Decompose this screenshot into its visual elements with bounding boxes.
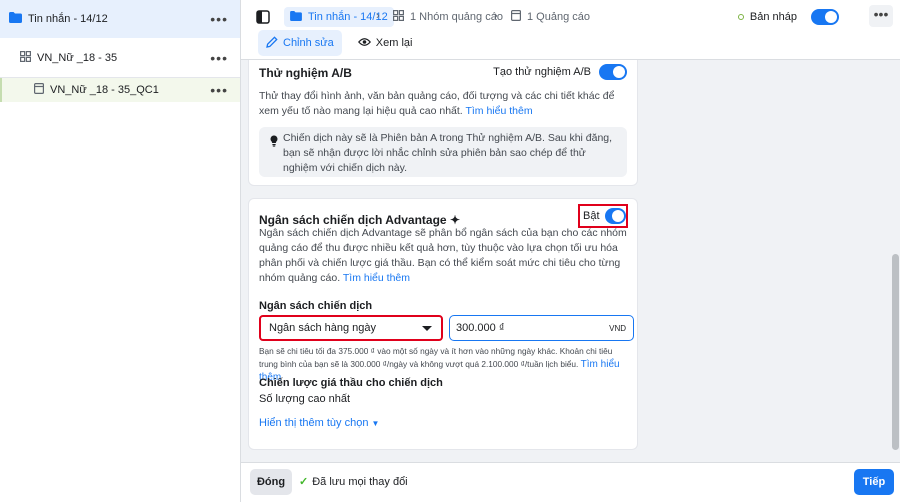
ad-page-icon bbox=[511, 10, 522, 24]
advantage-budget-toggle-label: Bật bbox=[583, 210, 600, 222]
folder-icon bbox=[290, 10, 302, 24]
ab-test-info-text: Chiến dịch này sẽ là Phiên bản A trong T… bbox=[283, 132, 613, 174]
main-content: Thử nghiệm A/B Tạo thử nghiệm A/B Thử th… bbox=[241, 60, 890, 460]
advantage-budget-description-text: Ngân sách chiến dịch Advantage sẽ phân b… bbox=[259, 227, 627, 284]
chevron-right-icon: › bbox=[376, 10, 380, 22]
advantage-budget-title: Ngân sách chiến dịch Advantage ✦ bbox=[259, 213, 460, 227]
scrollbar-thumb[interactable] bbox=[892, 254, 899, 450]
pencil-icon bbox=[266, 35, 278, 51]
breadcrumb-label: 1 Nhóm quảng cáo bbox=[410, 11, 503, 23]
learn-more-link[interactable]: Tìm hiểu thêm bbox=[343, 272, 410, 284]
campaign-budget-label: Ngân sách chiến dịch bbox=[259, 300, 373, 312]
tab-review[interactable]: Xem lại bbox=[350, 30, 421, 56]
tab-label: Chỉnh sửa bbox=[283, 37, 334, 49]
lightbulb-icon bbox=[270, 135, 278, 150]
more-options-icon[interactable]: ••• bbox=[210, 11, 228, 27]
budget-type-dropdown[interactable]: Ngân sách hàng ngày bbox=[259, 315, 443, 341]
ab-test-switch[interactable] bbox=[599, 64, 627, 80]
draft-status[interactable]: Bản nháp bbox=[737, 9, 839, 25]
show-more-options-link[interactable]: Hiển thị thêm tùy chọn bbox=[259, 417, 368, 429]
ab-test-toggle-label: Tạo thử nghiệm A/B bbox=[493, 66, 591, 78]
tab-label: Xem lại bbox=[375, 37, 413, 49]
tree-item-ad[interactable]: VN_Nữ _18 - 35_QC1 ••• bbox=[0, 78, 240, 102]
more-options-icon[interactable]: ••• bbox=[210, 50, 228, 66]
advantage-budget-description: Ngân sách chiến dịch Advantage sẽ phân b… bbox=[259, 226, 627, 286]
more-options-button[interactable]: ••• bbox=[869, 5, 893, 27]
bid-strategy-value: Số lượng cao nhất bbox=[259, 393, 351, 405]
learn-more-link[interactable]: Tìm hiểu thêm bbox=[465, 105, 532, 117]
tree-item-label: Tin nhắn - 14/12 bbox=[28, 13, 108, 25]
show-more-options[interactable]: Hiển thị thêm tùy chọn ▼ bbox=[259, 416, 627, 431]
save-status: ✓ Đã lưu mọi thay đổi bbox=[299, 475, 408, 489]
breadcrumb-ad[interactable]: 1 Quảng cáo bbox=[511, 7, 590, 27]
close-button[interactable]: Đóng bbox=[250, 469, 292, 495]
advantage-budget-toggle[interactable]: Bật bbox=[578, 204, 628, 228]
budget-spend-note-text: Bạn sẽ chi tiêu tối đa 375.000 ₫ vào một… bbox=[259, 346, 613, 369]
ab-test-toggle[interactable]: Tạo thử nghiệm A/B bbox=[493, 64, 627, 80]
tab-edit[interactable]: Chỉnh sửa bbox=[258, 30, 342, 56]
caret-down-icon: ▼ bbox=[371, 419, 380, 428]
chevron-right-icon: › bbox=[494, 10, 498, 22]
tree-item-campaign[interactable]: Tin nhắn - 14/12 ••• bbox=[0, 0, 240, 38]
advantage-budget-section: Ngân sách chiến dịch Advantage ✦ Bật Ngâ… bbox=[248, 198, 638, 450]
breadcrumb-adset[interactable]: 1 Nhóm quảng cáo bbox=[393, 7, 503, 27]
ab-test-description: Thử thay đổi hình ảnh, văn bản quảng cáo… bbox=[259, 89, 627, 119]
checkmark-icon: ✓ bbox=[299, 476, 309, 488]
tree-item-adset[interactable]: VN_Nữ _18 - 35 ••• bbox=[0, 38, 240, 78]
sidebar: Tin nhắn - 14/12 ••• VN_Nữ _18 - 35 ••• … bbox=[0, 0, 241, 502]
sparkle-icon: ✦ bbox=[449, 213, 461, 227]
more-options-icon[interactable]: ••• bbox=[210, 82, 228, 98]
draft-status-label: Bản nháp bbox=[749, 11, 797, 23]
next-button[interactable]: Tiếp bbox=[854, 469, 894, 495]
eye-icon bbox=[357, 37, 371, 50]
budget-amount-input[interactable]: 300.000 ₫ VND bbox=[449, 315, 634, 341]
ab-test-info-box: Chiến dịch này sẽ là Phiên bản A trong T… bbox=[259, 127, 627, 177]
tree-item-label: VN_Nữ _18 - 35_QC1 bbox=[50, 84, 159, 96]
mode-tabs: Chỉnh sửa Xem lại bbox=[258, 30, 428, 56]
draft-status-dot-icon bbox=[737, 14, 744, 20]
adset-grid-icon bbox=[393, 10, 405, 24]
bid-strategy-label: Chiến lược giá thầu cho chiến dịch bbox=[259, 377, 443, 389]
breadcrumb-label: 1 Quảng cáo bbox=[527, 11, 590, 23]
budget-type-value: Ngân sách hàng ngày bbox=[269, 322, 377, 334]
caret-down-icon bbox=[422, 326, 432, 331]
ad-page-icon bbox=[34, 83, 45, 97]
scrollbar[interactable] bbox=[891, 60, 900, 460]
draft-toggle[interactable] bbox=[811, 9, 839, 25]
currency-label: VND bbox=[609, 323, 626, 333]
tree-item-label: VN_Nữ _18 - 35 bbox=[37, 51, 118, 64]
sidebar-toggle-icon[interactable] bbox=[253, 8, 273, 26]
advantage-budget-switch[interactable] bbox=[604, 208, 626, 224]
adset-grid-icon bbox=[20, 50, 32, 65]
folder-icon bbox=[9, 12, 22, 26]
ab-test-section: Thử nghiệm A/B Tạo thử nghiệm A/B Thử th… bbox=[248, 60, 638, 186]
budget-amount-value: 300.000 ₫ bbox=[456, 322, 505, 334]
footer-bar: Đóng ✓ Đã lưu mọi thay đổi Tiếp bbox=[241, 462, 900, 502]
advantage-budget-title-text: Ngân sách chiến dịch Advantage bbox=[259, 213, 447, 227]
ab-test-title: Thử nghiệm A/B bbox=[259, 66, 352, 80]
ab-test-description-text: Thử thay đổi hình ảnh, văn bản quảng cáo… bbox=[259, 90, 615, 117]
save-status-label: Đã lưu mọi thay đổi bbox=[312, 475, 408, 488]
